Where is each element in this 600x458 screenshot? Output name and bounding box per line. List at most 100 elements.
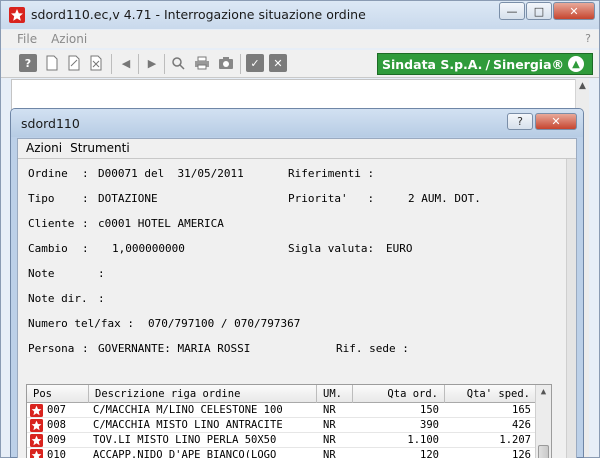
cell-pos: 009 (47, 434, 66, 446)
header-um[interactable]: UM. (317, 385, 353, 403)
persona-value: GOVERNANTE: MARIA ROSSI (98, 342, 251, 355)
priorita-value: 2 AUM. DOT. (408, 192, 481, 205)
toolbar-separator (111, 54, 112, 74)
delete-document-icon[interactable] (87, 54, 105, 72)
cell-descrizione: C/MACCHIA M/LINO CELESTONE 100 (93, 404, 283, 416)
dialog-title: sdord110 (21, 116, 80, 131)
colon: : (82, 242, 89, 255)
window-title: sdord110.ec,v 4.71 - Interrogazione situ… (31, 7, 366, 22)
camera-icon[interactable] (217, 54, 235, 72)
tel-fax-value: 070/797100 / 070/797367 (148, 317, 301, 330)
sindata-brand-logo: Sindata S.p.A. / Sinergia® ▲ (377, 53, 593, 75)
cell-um: NR (323, 419, 336, 431)
toolbar-separator (240, 54, 241, 74)
row-status-icon (30, 434, 43, 447)
tipo-label: Tipo (28, 192, 55, 205)
cambio-label: Cambio (28, 242, 68, 255)
scroll-thumb[interactable] (538, 445, 549, 458)
toolbar-separator (164, 54, 165, 74)
header-qta-ord[interactable]: Qta ord. (353, 385, 445, 403)
cell-pos: 007 (47, 404, 66, 416)
cliente-value: c0001 HOTEL AMERICA (98, 217, 224, 230)
dialog-controls: ? ✕ (505, 113, 577, 130)
cell-um: NR (323, 404, 336, 416)
toolbar-separator (138, 54, 139, 74)
previous-icon[interactable]: ◀ (117, 54, 135, 72)
cancel-x-icon[interactable]: ✕ (269, 54, 287, 72)
order-lines-grid: Pos Descrizione riga ordine UM. Qta ord.… (26, 384, 552, 458)
cell-qta-sped: 126 (512, 449, 531, 458)
row-status-icon (30, 449, 43, 458)
table-row[interactable]: 010 ACCAPP.NIDO D'APE BIANCO(LOGO NR 120… (27, 448, 551, 458)
cell-qta-ord: 390 (420, 419, 439, 431)
header-qta-sped[interactable]: Qta' sped. (445, 385, 537, 403)
cliente-label: Cliente (28, 217, 75, 230)
cell-qta-ord: 120 (420, 449, 439, 458)
dialog-title-bar: sdord110 ? ✕ (11, 109, 583, 137)
cell-qta-ord: 150 (420, 404, 439, 416)
dialog-close-button[interactable]: ✕ (535, 113, 577, 130)
colon: : (82, 217, 89, 230)
sinergia-logo-icon: ▲ (568, 56, 585, 72)
confirm-check-icon[interactable]: ✓ (246, 54, 264, 72)
row-status-icon (30, 419, 43, 432)
table-row[interactable]: 009 TOV.LI MISTO LINO PERLA 50X50 NR 1.1… (27, 433, 551, 448)
dialog-menu-bar: Azioni Strumenti (18, 139, 576, 157)
edit-document-icon[interactable] (65, 54, 83, 72)
brand-slash: / (485, 56, 491, 72)
cell-qta-sped: 426 (512, 419, 531, 431)
colon: : (98, 267, 105, 280)
menu-file[interactable]: File (17, 32, 37, 46)
scroll-up-arrow-icon[interactable]: ▲ (536, 385, 551, 399)
cell-qta-sped: 165 (512, 404, 531, 416)
riferimenti-label: Riferimenti : (288, 167, 375, 180)
grid-vertical-scrollbar[interactable]: ▲ (535, 385, 551, 458)
help-question-mark[interactable]: ? (585, 32, 591, 45)
cell-um: NR (323, 449, 336, 458)
header-descrizione[interactable]: Descrizione riga ordine (89, 385, 317, 403)
colon: : (98, 292, 105, 305)
scroll-up-arrow-icon[interactable]: ▲ (576, 79, 589, 93)
header-pos[interactable]: Pos (27, 385, 89, 403)
cell-descrizione: ACCAPP.NIDO D'APE BIANCO(LOGO (93, 449, 277, 458)
table-row[interactable]: 008 C/MACCHIA MISTO LINO ANTRACITE NR 39… (27, 418, 551, 433)
table-row[interactable]: 007 C/MACCHIA M/LINO CELESTONE 100 NR 15… (27, 403, 551, 418)
print-icon[interactable] (193, 54, 211, 72)
form-vertical-scrollbar[interactable] (566, 159, 576, 458)
close-button[interactable]: ✕ (553, 2, 595, 20)
maximize-button[interactable]: □ (526, 2, 552, 20)
title-bar: sdord110.ec,v 4.71 - Interrogazione situ… (1, 1, 599, 29)
dialog-body: Azioni Strumenti Ordine : D00071 del 31/… (17, 138, 577, 458)
next-icon[interactable]: ▶ (143, 54, 161, 72)
colon: : (82, 192, 89, 205)
colon: : (82, 342, 89, 355)
search-icon[interactable] (169, 54, 187, 72)
cell-qta-sped: 1.207 (499, 434, 531, 446)
window-controls: — □ ✕ (498, 2, 595, 22)
dialog-menu-strumenti[interactable]: Strumenti (70, 141, 130, 155)
note-dir-label: Note dir. (28, 292, 88, 305)
minimize-button[interactable]: — (499, 2, 525, 20)
tipo-value: DOTAZIONE (98, 192, 158, 205)
brand-company: Sindata S.p.A. (382, 56, 483, 72)
app-logo-icon (9, 7, 25, 23)
help-icon[interactable]: ? (19, 54, 37, 72)
order-dialog: sdord110 ? ✕ Azioni Strumenti Ordine : D… (10, 108, 584, 458)
rif-sede-label: Rif. sede : (336, 342, 409, 355)
persona-label: Persona (28, 342, 75, 355)
cell-descrizione: C/MACCHIA MISTO LINO ANTRACITE (93, 419, 283, 431)
ordine-label: Ordine (28, 167, 68, 180)
dialog-help-button[interactable]: ? (507, 113, 533, 130)
grid-header: Pos Descrizione riga ordine UM. Qta ord.… (27, 385, 551, 403)
sigla-valuta-label: Sigla valuta: (288, 242, 375, 255)
new-document-icon[interactable] (43, 54, 61, 72)
cell-pos: 008 (47, 419, 66, 431)
tel-fax-label: Numero tel/fax : (28, 317, 134, 330)
dialog-menu-azioni[interactable]: Azioni (26, 141, 62, 155)
order-form: Ordine : D00071 del 31/05/2011 Riferimen… (18, 158, 576, 458)
cell-qta-ord: 1.100 (407, 434, 439, 446)
colon: : (82, 167, 89, 180)
cambio-value: 1,000000000 (112, 242, 185, 255)
sigla-valuta-value: EURO (386, 242, 413, 255)
menu-azioni[interactable]: Azioni (51, 32, 87, 46)
